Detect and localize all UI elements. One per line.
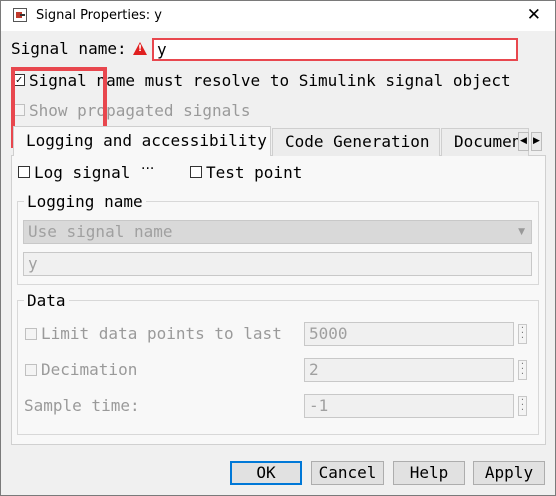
limit-data-points-more-icon[interactable]: · · · bbox=[518, 324, 527, 344]
sample-time-more-icon[interactable]: · · · bbox=[518, 396, 527, 416]
ellipsis-icon[interactable]: ··· bbox=[141, 161, 154, 177]
apply-button[interactable]: Apply bbox=[473, 461, 545, 485]
limit-data-points-checkbox[interactable] bbox=[25, 328, 37, 340]
log-signal-checkbox[interactable] bbox=[18, 166, 30, 178]
log-signal-label: Log signal bbox=[34, 163, 131, 182]
signal-properties-app-icon bbox=[13, 8, 27, 22]
title-bar[interactable]: Signal Properties: y ✕ bbox=[1, 1, 555, 31]
logging-name-title: Logging name bbox=[24, 192, 146, 211]
sample-time-input[interactable]: -1 bbox=[304, 394, 514, 418]
limit-data-points-label: Limit data points to last bbox=[41, 324, 282, 343]
ok-button[interactable]: OK bbox=[230, 461, 302, 485]
signal-name-label: Signal name: bbox=[11, 39, 127, 58]
signal-properties-dialog: Signal Properties: y ✕ Signal name: ! y … bbox=[0, 0, 556, 496]
logging-name-input[interactable]: y bbox=[23, 252, 532, 276]
scroll-right-icon[interactable]: ▶ bbox=[531, 132, 542, 151]
decimation-checkbox[interactable] bbox=[25, 364, 37, 376]
tab-code-generation[interactable]: Code Generation bbox=[272, 128, 440, 156]
decimation-input[interactable]: 2 bbox=[304, 358, 514, 382]
sample-time-label: Sample time: bbox=[24, 396, 140, 415]
scroll-left-icon[interactable]: ◀ bbox=[518, 132, 529, 151]
logging-name-mode-select[interactable]: Use signal name ▼ bbox=[23, 220, 532, 244]
data-group-title: Data bbox=[24, 291, 69, 310]
warning-icon: ! bbox=[133, 42, 147, 55]
window-title: Signal Properties: y bbox=[36, 8, 162, 23]
cancel-button[interactable]: Cancel bbox=[311, 461, 384, 485]
decimation-more-icon[interactable]: · · · bbox=[518, 360, 527, 380]
chevron-down-icon: ▼ bbox=[518, 227, 525, 237]
signal-name-input[interactable]: y bbox=[152, 38, 518, 61]
help-button[interactable]: Help bbox=[393, 461, 465, 485]
logging-name-mode-value: Use signal name bbox=[28, 222, 173, 241]
tab-logging-and-accessibility[interactable]: Logging and accessibility bbox=[13, 126, 271, 156]
tab-documentation[interactable]: Documentation bbox=[441, 128, 529, 156]
test-point-label: Test point bbox=[206, 163, 303, 182]
test-point-checkbox[interactable] bbox=[190, 166, 202, 178]
decimation-label: Decimation bbox=[41, 360, 138, 379]
close-icon[interactable]: ✕ bbox=[527, 5, 541, 25]
limit-data-points-input[interactable]: 5000 bbox=[304, 322, 514, 346]
